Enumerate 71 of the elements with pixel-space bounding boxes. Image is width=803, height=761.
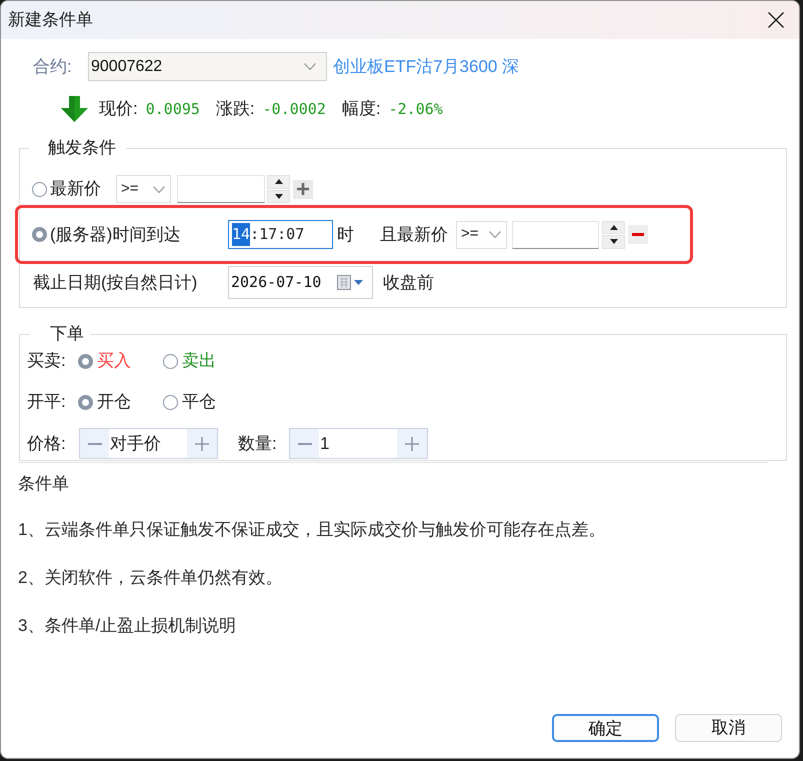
stepper-field[interactable]: 1 [320,430,330,456]
field-label: 数量: [238,434,277,453]
spin-down-button[interactable] [267,190,290,203]
radio-button[interactable] [32,227,47,242]
chevron-down-icon [153,186,165,192]
spin-down-button[interactable] [602,235,625,248]
price-input[interactable] [512,220,599,248]
note-text: 1、云端条件单只保证触发不保证成交，且实际成交价与触发价可能存在点差。 [18,520,606,539]
plus-icon [195,436,209,450]
window-title: 新建条件单 [8,9,93,32]
increment-button[interactable] [187,429,217,458]
plus-icon [405,436,419,450]
time-field[interactable]: 14:17:07 [228,220,333,249]
condition-label: 且最新价 [380,224,448,244]
caret-down-icon [354,280,363,285]
remove-button[interactable] [628,225,648,244]
decrement-button[interactable] [290,429,319,458]
operator-select[interactable]: >= [116,175,171,203]
plus-icon [297,183,309,195]
option-label: 平仓 [182,391,216,414]
radio-button[interactable] [32,182,47,196]
expiry-suffix: 收盘前 [383,272,434,294]
group-legend: 下单 [50,324,84,343]
add-button[interactable] [293,180,313,198]
expiry-label: 截止日期(按自然日计) [33,272,198,292]
chevron-down-icon [304,63,316,70]
triangle-up-icon [274,179,282,184]
contract-combo[interactable]: 90007622 [88,52,327,81]
group-legend: 触发条件 [48,138,116,157]
calendar-icon [337,275,351,290]
field-label: 价格: [27,434,66,453]
minus-icon [632,233,644,236]
triangle-down-icon [610,239,618,244]
date-picker[interactable]: 2026-07-10 [228,266,373,299]
unit-label: 时 [337,224,354,244]
option-label: 买入 [97,350,131,372]
quote-label: 现价: [99,98,138,120]
triangle-up-icon [610,224,618,230]
quote-value: -2.06% [388,98,443,120]
condition-label: (服务器)时间到达 [50,224,180,244]
note-text: 2、关闭软件，云条件单仍然有效。 [18,568,282,587]
field-label: 买卖: [27,351,66,370]
quote-value: -0.0002 [262,98,326,120]
close-icon [768,12,784,28]
chevron-down-icon [489,231,501,238]
triangle-down-icon [274,194,282,199]
quote-value: 0.0095 [146,98,200,120]
field-label: 开平: [27,392,66,412]
confirm-button[interactable]: 确定 [552,714,659,742]
notes-title: 条件单 [18,474,69,493]
increment-button[interactable] [397,429,427,458]
spin-up-button[interactable] [267,175,290,188]
minus-icon [88,442,102,444]
quote-label: 幅度: [342,98,381,120]
radio-button[interactable] [78,394,93,410]
option-label: 开仓 [97,391,131,414]
operator-select[interactable]: >= [456,220,507,248]
option-label: 卖出 [182,350,216,372]
radio-button[interactable] [163,394,178,410]
cancel-button[interactable]: 取消 [675,714,782,742]
quote-label: 涨跌: [216,98,255,120]
minus-icon [298,442,312,444]
spin-up-button[interactable] [602,220,625,234]
note-text: 3、条件单/止盈止损机制说明 [18,616,236,635]
field-label: 合约: [33,56,72,76]
stepper-field[interactable]: 对手价 [110,430,161,456]
decrement-button[interactable] [80,429,109,458]
radio-button[interactable] [78,354,93,368]
condition-label: 最新价 [50,179,101,198]
price-input[interactable] [177,175,265,203]
radio-button[interactable] [163,354,178,368]
